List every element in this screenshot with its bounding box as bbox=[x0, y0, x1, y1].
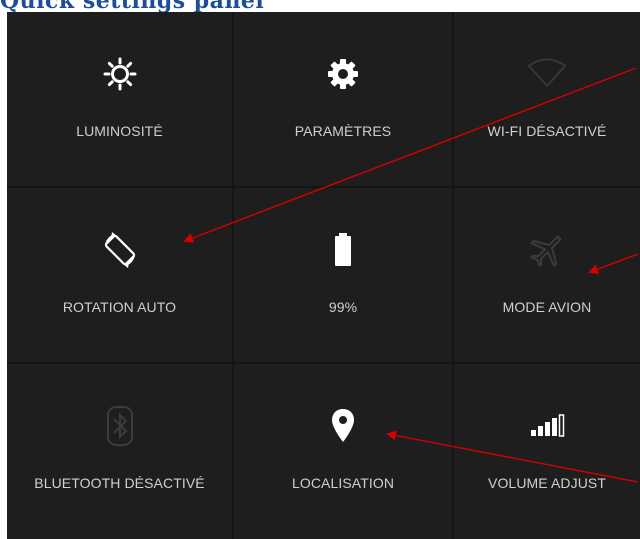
volume-bars-icon bbox=[527, 406, 567, 446]
tile-location[interactable]: LOCALISATION bbox=[234, 364, 452, 539]
tile-label: MODE AVION bbox=[502, 299, 592, 315]
tile-label: LUMINOSITÉ bbox=[76, 123, 163, 139]
settings-gear-icon bbox=[323, 54, 363, 94]
quick-settings-panel: LUMINOSITÉ PARAMÈTRES WI-FI DÉSACTIVÉ RO… bbox=[7, 12, 640, 539]
tile-wifi[interactable]: WI-FI DÉSACTIVÉ bbox=[454, 12, 640, 186]
battery-icon bbox=[323, 230, 363, 270]
wifi-off-icon bbox=[527, 54, 567, 94]
tile-label: VOLUME ADJUST bbox=[488, 475, 606, 491]
tile-label: 99% bbox=[328, 299, 358, 315]
airplane-icon bbox=[527, 230, 567, 270]
tile-label: LOCALISATION bbox=[291, 475, 395, 491]
auto-rotate-icon bbox=[100, 230, 140, 270]
tile-battery[interactable]: 99% bbox=[234, 188, 452, 362]
tile-settings[interactable]: PARAMÈTRES bbox=[234, 12, 452, 186]
top-heading-strip: Quick settings panel bbox=[0, 0, 640, 12]
page-heading: Quick settings panel bbox=[0, 0, 264, 12]
tile-airplane-mode[interactable]: MODE AVION bbox=[454, 188, 640, 362]
tile-label: WI-FI DÉSACTIVÉ bbox=[487, 123, 607, 139]
tile-label: PARAMÈTRES bbox=[294, 123, 392, 139]
tile-label: ROTATION AUTO bbox=[62, 299, 177, 315]
tile-volume-adjust[interactable]: VOLUME ADJUST bbox=[454, 364, 640, 539]
tile-label: BLUETOOTH DÉSACTIVÉ bbox=[34, 475, 205, 491]
tile-brightness[interactable]: LUMINOSITÉ bbox=[7, 12, 232, 186]
bluetooth-off-icon bbox=[100, 406, 140, 446]
tile-bluetooth[interactable]: BLUETOOTH DÉSACTIVÉ bbox=[7, 364, 232, 539]
location-pin-icon bbox=[323, 406, 363, 446]
tile-auto-rotate[interactable]: ROTATION AUTO bbox=[7, 188, 232, 362]
brightness-icon bbox=[100, 54, 140, 94]
